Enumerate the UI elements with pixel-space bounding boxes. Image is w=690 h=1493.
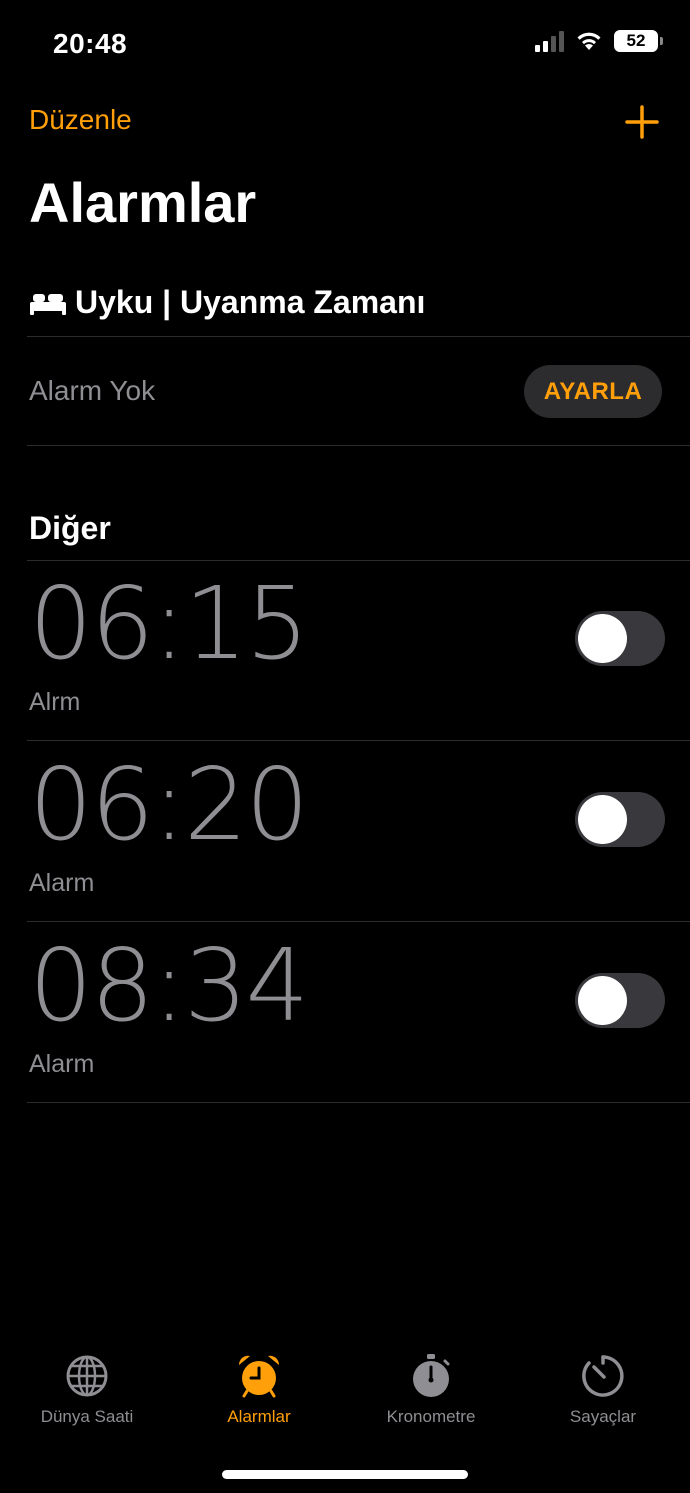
alarm-row[interactable]: 08:34 Alarm [0, 922, 690, 1103]
tab-label: Kronometre [386, 1407, 476, 1426]
tab-bar: Dünya Saati Alarmlar Kronometre Sayaçlar [0, 1333, 690, 1493]
alarm-toggle[interactable] [575, 792, 665, 847]
alarm-toggle[interactable] [575, 973, 665, 1028]
alarm-time: 08:34 [29, 927, 309, 1044]
toggle-knob [578, 795, 627, 844]
set-sleep-alarm-button[interactable]: AYARLA [524, 365, 662, 418]
alarm-time: 06:20 [29, 746, 309, 863]
toggle-knob [578, 976, 627, 1025]
tab-label: Dünya Saati [40, 1407, 134, 1426]
edit-button[interactable]: Düzenle [29, 104, 132, 136]
home-indicator[interactable] [222, 1470, 468, 1479]
tab-label: Alarmlar [227, 1407, 291, 1426]
page-title: Alarmlar [29, 171, 257, 234]
status-icons: 52 [535, 30, 663, 52]
toggle-knob [578, 614, 627, 663]
battery-icon: 52 [614, 30, 663, 52]
divider [27, 336, 690, 337]
alarm-label: Alarm [29, 869, 95, 897]
tab-alarms[interactable]: Alarmlar [173, 1353, 345, 1427]
tab-label: Sayaçlar [569, 1407, 637, 1426]
alarm-label: Alarm [29, 1050, 95, 1078]
alarm-row[interactable]: 06:20 Alarm [0, 741, 690, 922]
alarm-label: Alrm [29, 688, 81, 716]
globe-icon [66, 1355, 108, 1397]
cellular-signal-icon [535, 30, 564, 52]
divider [27, 1102, 690, 1103]
wifi-icon [577, 32, 601, 50]
sleep-section-header: Uyku | Uyanma Zamanı [29, 284, 425, 321]
plus-icon [625, 105, 659, 139]
sleep-section-title: Uyku | Uyanma Zamanı [75, 284, 426, 320]
tab-world-clock[interactable]: Dünya Saati [1, 1353, 173, 1427]
alarm-row[interactable]: 06:15 Alrm [0, 560, 690, 741]
alarm-toggle[interactable] [575, 611, 665, 666]
other-section-header: Diğer [29, 510, 111, 546]
alarm-time: 06:15 [29, 565, 309, 682]
alarm-clock-icon [238, 1355, 280, 1398]
add-alarm-button[interactable] [624, 104, 660, 140]
status-bar: 20:48 52 [0, 0, 690, 88]
tab-stopwatch[interactable]: Kronometre [345, 1353, 517, 1427]
status-time: 20:48 [53, 28, 128, 59]
timer-icon [582, 1355, 624, 1397]
divider [27, 445, 690, 446]
no-alarm-text: Alarm Yok [29, 375, 156, 406]
stopwatch-icon [413, 1354, 450, 1397]
bed-icon [30, 293, 66, 315]
tab-timers[interactable]: Sayaçlar [517, 1353, 689, 1427]
